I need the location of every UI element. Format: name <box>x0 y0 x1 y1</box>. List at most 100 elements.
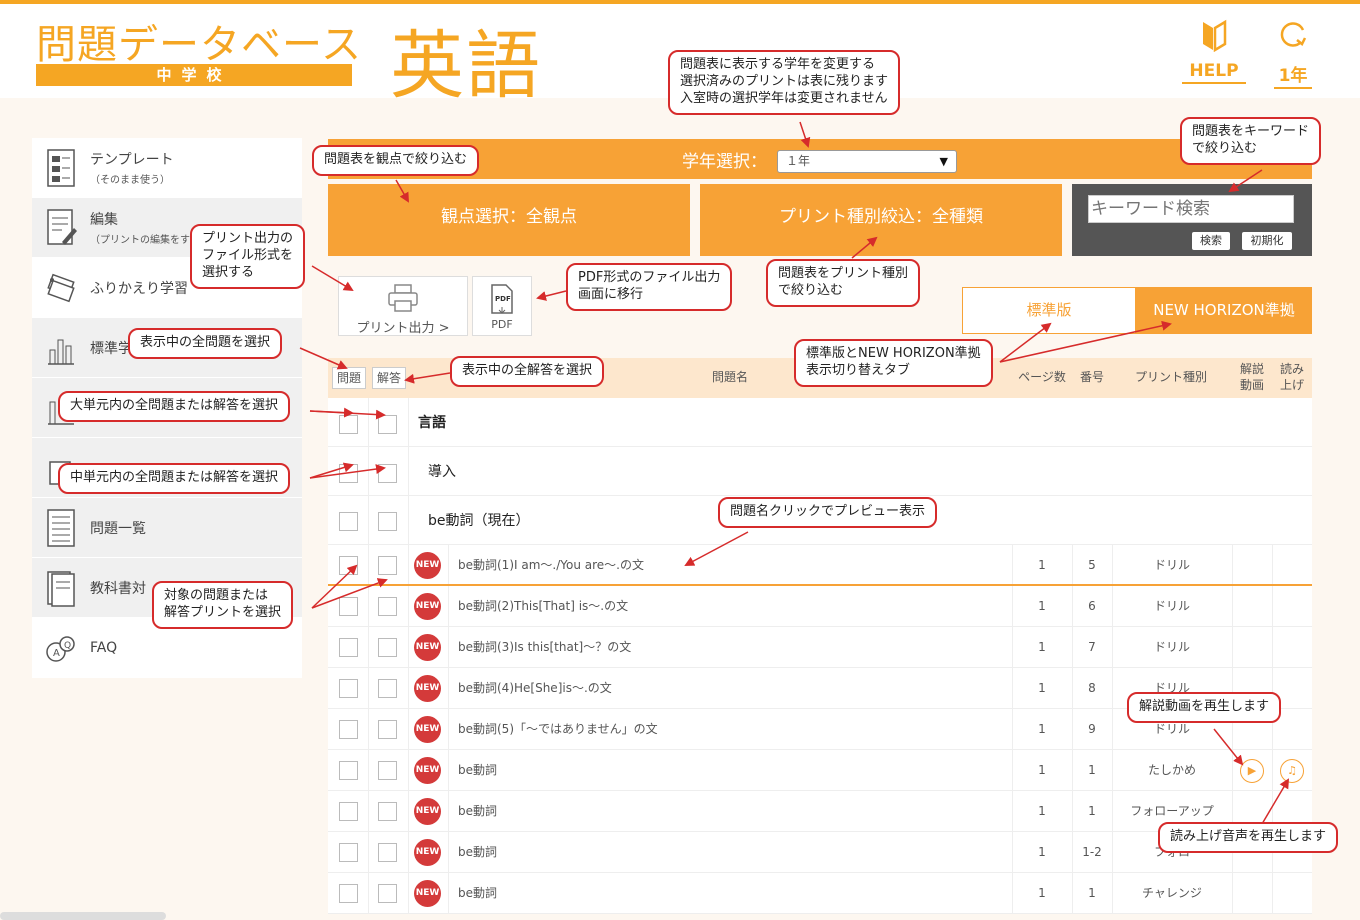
grade-dropdown[interactable]: １年 <box>777 150 957 173</box>
mid-unit-question-checkbox[interactable] <box>339 464 358 483</box>
column-header-read: 読み 上げ <box>1279 362 1304 392</box>
tab-new-horizon[interactable]: NEW HORIZON準拠 <box>1136 287 1312 334</box>
subject-title: 英語 <box>390 23 542 109</box>
page-count: 1 <box>1038 640 1046 654</box>
answer-checkbox[interactable] <box>378 720 397 739</box>
divider <box>1272 873 1273 913</box>
music-note-icon: ♫ <box>1287 764 1297 777</box>
mid-unit-answer-checkbox[interactable] <box>378 464 397 483</box>
question-name-link[interactable]: be動詞(2)This[That] is～.の文 <box>458 586 628 627</box>
divider <box>408 447 409 495</box>
answer-checkbox[interactable] <box>378 597 397 616</box>
answer-checkbox[interactable] <box>378 761 397 780</box>
question-checkbox[interactable] <box>339 597 358 616</box>
question-name-link[interactable]: be動詞(1)I am～./You are～.の文 <box>458 545 644 586</box>
print-output-label: プリント出力 > <box>356 321 450 336</box>
question-checkbox[interactable] <box>339 679 358 698</box>
new-badge: NEW <box>414 593 441 620</box>
divider <box>1232 873 1233 913</box>
divider <box>408 398 409 446</box>
big-unit-question-checkbox[interactable] <box>339 415 358 434</box>
bar-chart-icon <box>48 339 74 365</box>
question-checkbox[interactable] <box>339 720 358 739</box>
column-header-number: 番号 <box>1079 370 1104 385</box>
search-button[interactable]: 検索 <box>1192 232 1230 250</box>
question-name-link[interactable]: be動詞 <box>458 873 497 914</box>
callout-tab-switch: 標準版とNEW HORIZON準拠 表示切り替えタブ <box>794 339 993 387</box>
question-name-link[interactable]: be動詞(3)Is this[that]～？の文 <box>458 627 631 668</box>
print-type: たしかめ <box>1147 763 1196 777</box>
year-change-button[interactable]: 1年 <box>1274 18 1312 89</box>
sidebar-item-label: 標準学 <box>90 340 132 357</box>
viewpoint-filter-button[interactable]: 観点選択：全観点 <box>328 184 690 256</box>
play-video-button[interactable]: ▶ <box>1240 759 1264 783</box>
divider <box>448 586 449 626</box>
question-name-link[interactable]: be動詞(4)He[She]is～.の文 <box>458 668 612 709</box>
help-label: HELP <box>1182 61 1246 84</box>
question-number: 1 <box>1088 763 1096 777</box>
question-checkbox[interactable] <box>339 802 358 821</box>
sidebar-item-template[interactable]: テンプレート （そのまま使う） <box>32 138 302 198</box>
help-button[interactable]: HELP <box>1182 18 1246 84</box>
callout-select-all-questions: 表示中の全問題を選択 <box>128 328 283 359</box>
new-badge: NEW <box>414 798 441 825</box>
horizontal-scrollbar[interactable] <box>0 912 166 920</box>
sidebar-item-label: 問題一覧 <box>90 520 146 537</box>
keyword-search-input[interactable] <box>1088 195 1294 223</box>
answer-checkbox[interactable] <box>378 843 397 862</box>
callout-viewpoint: 問題表を観点で絞り込む <box>312 145 480 176</box>
page-count: 1 <box>1038 845 1046 859</box>
pdf-button[interactable]: PDF PDF <box>472 276 532 336</box>
logo-title: 問題データベース <box>36 22 362 68</box>
select-all-answers-button[interactable]: 解答 <box>372 367 406 389</box>
divider <box>408 586 409 626</box>
divider <box>368 709 369 749</box>
divider <box>1272 627 1273 667</box>
read-aloud-button[interactable]: ♫ <box>1280 759 1304 783</box>
question-checkbox[interactable] <box>339 884 358 903</box>
question-checkbox[interactable] <box>339 556 358 575</box>
divider <box>1232 627 1233 667</box>
new-badge: NEW <box>414 757 441 784</box>
print-type-filter-button[interactable]: プリント種別絞込：全種類 <box>700 184 1062 256</box>
callout-read: 読み上げ音声を再生します <box>1158 822 1339 853</box>
divider <box>408 750 409 790</box>
print-type: ドリル <box>1153 640 1190 654</box>
select-all-questions-button[interactable]: 問題 <box>332 367 366 389</box>
callout-big-unit: 大単元内の全問題または解答を選択 <box>58 391 291 422</box>
divider <box>408 496 409 544</box>
tab-standard[interactable]: 標準版 <box>962 287 1136 334</box>
question-name-link[interactable]: be動詞 <box>458 750 497 791</box>
divider <box>1272 545 1273 584</box>
print-output-button[interactable]: プリント出力 > <box>338 276 468 336</box>
small-unit-question-checkbox[interactable] <box>339 512 358 531</box>
edit-document-icon <box>47 208 77 245</box>
question-checkbox[interactable] <box>339 843 358 862</box>
divider <box>368 398 369 446</box>
divider <box>368 750 369 790</box>
answer-checkbox[interactable] <box>378 638 397 657</box>
big-unit-answer-checkbox[interactable] <box>378 415 397 434</box>
question-number: 7 <box>1088 640 1096 654</box>
question-name-link[interactable]: be動詞 <box>458 791 497 832</box>
sidebar-item-question-list[interactable]: 問題一覧 <box>32 498 302 558</box>
divider <box>1272 586 1273 626</box>
page-count: 1 <box>1038 681 1046 695</box>
divider <box>448 832 449 872</box>
divider <box>448 709 449 749</box>
answer-checkbox[interactable] <box>378 884 397 903</box>
answer-checkbox[interactable] <box>378 556 397 575</box>
reset-button[interactable]: 初期化 <box>1242 232 1292 250</box>
question-checkbox[interactable] <box>339 638 358 657</box>
pdf-icon-text: PDF <box>495 295 511 303</box>
column-header-page: ページ数 <box>1018 370 1066 385</box>
answer-checkbox[interactable] <box>378 802 397 821</box>
question-name-link[interactable]: be動詞(5)「～ではありません」の文 <box>458 709 658 750</box>
divider <box>368 545 369 584</box>
small-unit-answer-checkbox[interactable] <box>378 512 397 531</box>
question-checkbox[interactable] <box>339 761 358 780</box>
answer-checkbox[interactable] <box>378 679 397 698</box>
question-name-link[interactable]: be動詞 <box>458 832 497 873</box>
cards-icon <box>47 273 75 302</box>
callout-grade-change: 問題表に表示する学年を変更する 選択済みのプリントは表に残ります 入室時の選択学… <box>668 50 901 115</box>
